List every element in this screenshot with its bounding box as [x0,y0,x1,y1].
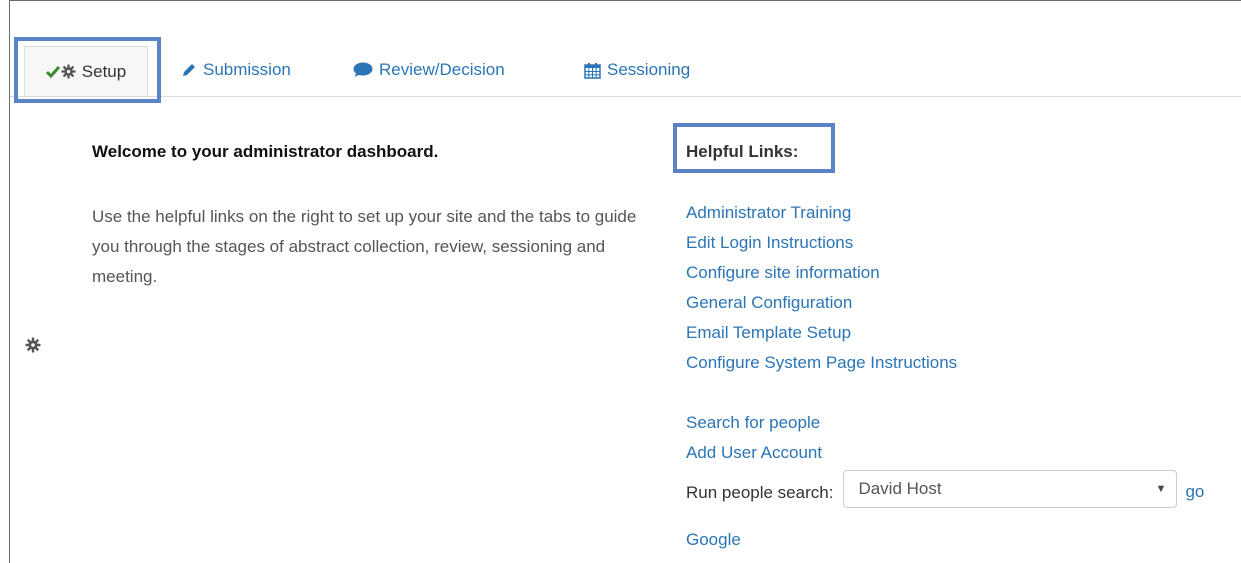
link-configure-system-page-instructions[interactable]: Configure System Page Instructions [686,348,957,378]
link-google[interactable]: Google [686,530,741,550]
dropdown-arrow-icon: ▼ [1155,483,1167,495]
tab-bar: Setup Submission Review/Decision Session… [10,38,1241,97]
check-icon [45,65,60,79]
go-link[interactable]: go [1185,482,1204,502]
link-configure-site-information[interactable]: Configure site information [686,258,957,288]
gear-icon [61,64,76,79]
tab-review-decision[interactable]: Review/Decision [353,44,505,96]
calendar-icon [584,62,601,79]
link-search-for-people[interactable]: Search for people [686,408,822,438]
people-search-select[interactable]: David Host ▼ [843,470,1178,508]
tab-setup[interactable]: Setup [24,46,148,96]
tab-label: Sessioning [607,60,691,79]
helpful-links-heading: Helpful Links: [686,142,799,161]
run-people-search-label: Run people search: [686,483,834,502]
welcome-heading: Welcome to your administrator dashboard. [92,142,439,161]
select-value: David Host [858,479,942,498]
pencil-icon [181,62,197,78]
people-links-list: Search for people Add User Account [686,408,822,468]
link-edit-login-instructions[interactable]: Edit Login Instructions [686,228,957,258]
link-general-configuration[interactable]: General Configuration [686,288,957,318]
tab-label: Review/Decision [379,60,505,79]
tab-label: Setup [81,61,127,81]
tab-sessioning[interactable]: Sessioning [584,44,690,96]
frame-top-border [9,0,1241,1]
link-email-template-setup[interactable]: Email Template Setup [686,318,957,348]
helpful-links-list: Administrator Training Edit Login Instru… [686,198,957,378]
link-add-user-account[interactable]: Add User Account [686,438,822,468]
settings-gear-icon[interactable] [25,337,41,358]
link-administrator-training[interactable]: Administrator Training [686,198,957,228]
tab-label: Submission [203,60,291,79]
tab-submission[interactable]: Submission [181,44,291,96]
comment-icon [353,62,373,78]
intro-text: Use the helpful links on the right to se… [92,207,637,286]
people-search-row: Run people search: David Host ▼ go [686,470,1204,508]
